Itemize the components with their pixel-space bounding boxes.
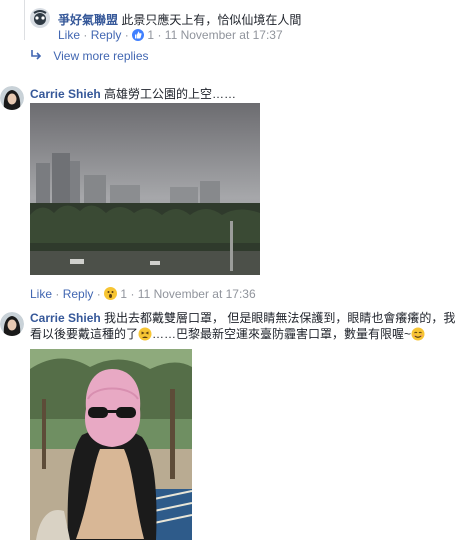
comment-photo-smoggy-skyline[interactable] xyxy=(30,103,260,275)
comment-text-continued: ……巴黎最新空運來臺防霾害口罩，數量有限喔~ xyxy=(152,327,412,341)
comment: Carrie Shieh 高雄勞工公園的上空…… xyxy=(30,85,236,102)
comment-text: 此景只應天上有，恰似仙境在人間 xyxy=(121,13,302,27)
smiling-face-emoji-icon xyxy=(411,327,425,341)
reaction-count[interactable]: 1 xyxy=(147,28,154,42)
avatar[interactable] xyxy=(0,312,24,336)
like-button[interactable]: Like xyxy=(58,28,80,42)
timestamp[interactable]: 11 November at 17:37 xyxy=(165,28,283,42)
timestamp[interactable]: 11 November at 17:36 xyxy=(138,287,256,301)
comment-text: 高雄勞工公園的上空…… xyxy=(104,87,237,101)
reply-button[interactable]: Reply xyxy=(63,287,94,301)
reply-button[interactable]: Reply xyxy=(91,28,122,42)
like-icon[interactable] xyxy=(132,29,145,41)
like-button[interactable]: Like xyxy=(30,287,52,301)
view-more-replies-link[interactable]: View more replies xyxy=(30,49,149,63)
reply-arrow-icon xyxy=(31,50,42,60)
comment-author[interactable]: Carrie Shieh xyxy=(30,87,101,101)
comment-author[interactable]: Carrie Shieh xyxy=(30,311,101,325)
thread-line xyxy=(24,0,25,40)
comment-author[interactable]: 爭好氣聯盟 xyxy=(58,13,118,27)
view-more-replies-label[interactable]: View more replies xyxy=(53,49,148,63)
reply-comment: 爭好氣聯盟 此景只應天上有，恰似仙境在人間 xyxy=(58,11,458,28)
avatar[interactable] xyxy=(30,8,50,28)
comment: Carrie Shieh 我出去都戴雙層口罩， 但是眼睛無法保護到，眼睛也會癢癢… xyxy=(30,310,460,342)
comment-actions: Like · Reply · 1 · 11 November at 17:37 xyxy=(58,28,283,42)
comment-actions: Like · Reply · 1 · 11 November at 17:36 xyxy=(30,287,256,301)
reaction-count[interactable]: 1 xyxy=(120,287,127,301)
wow-icon[interactable] xyxy=(104,287,118,300)
tired-face-emoji-icon xyxy=(138,327,152,341)
comment-photo-woman-in-mask[interactable] xyxy=(30,349,192,540)
avatar[interactable] xyxy=(0,86,24,110)
